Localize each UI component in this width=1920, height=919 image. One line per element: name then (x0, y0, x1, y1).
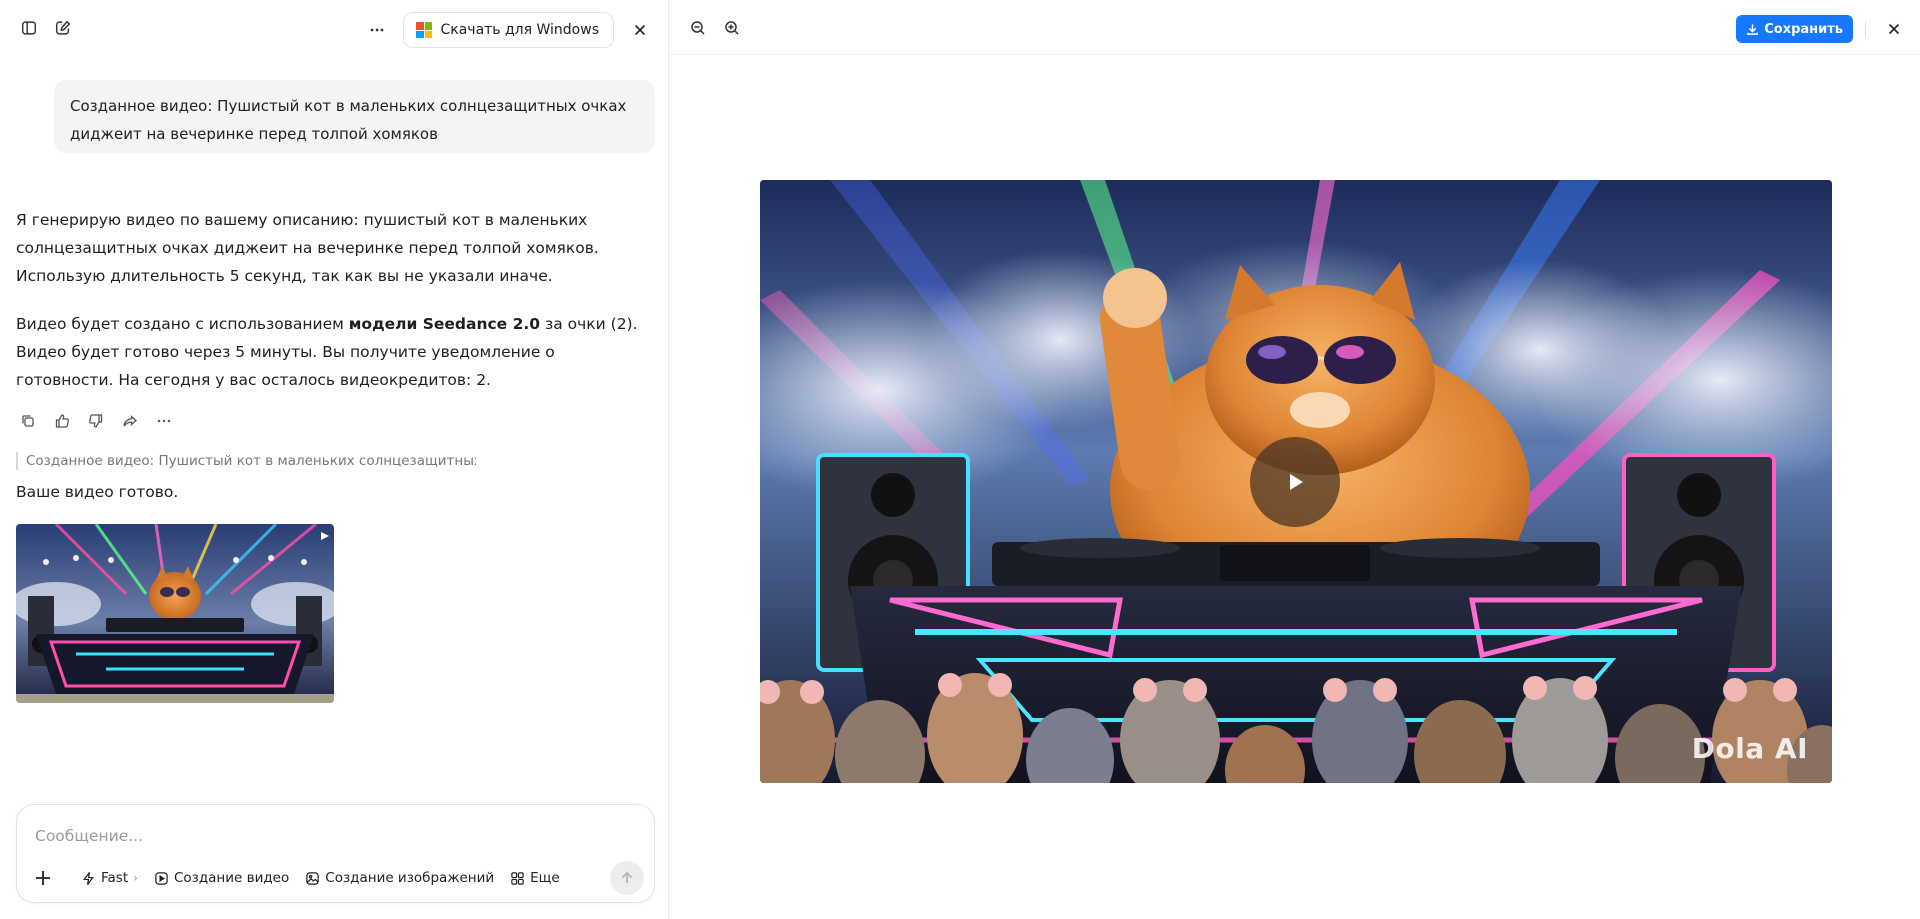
app: Скачать для Windows Созданное видео: Пуш… (0, 0, 1920, 919)
save-button[interactable]: Сохранить (1736, 15, 1853, 43)
assistant-paragraph: Я генерирую видео по вашему описанию: пу… (16, 211, 599, 285)
assistant-paragraph: Видео будет создано с использованием мод… (16, 310, 641, 394)
more-tools-chip[interactable]: Еще (502, 863, 568, 893)
lightning-icon (83, 871, 94, 885)
close-chat-icon[interactable] (624, 14, 656, 46)
image-icon (306, 871, 319, 885)
message-actions (17, 410, 175, 432)
download-windows-button[interactable]: Скачать для Windows (403, 12, 614, 48)
viewer-topbar: Сохранить (669, 0, 1920, 55)
play-icon (1290, 474, 1303, 490)
close-viewer-icon[interactable] (1878, 13, 1910, 45)
send-button[interactable] (610, 861, 644, 895)
assistant-message: Я генерирую видео по вашему описанию: пу… (16, 206, 641, 394)
save-label: Сохранить (1764, 21, 1843, 37)
add-attachment-button[interactable] (27, 862, 59, 894)
assistant-text: Видео будет создано с использованием (16, 315, 349, 333)
create-image-chip[interactable]: Создание изображений (297, 863, 502, 893)
fast-mode-label: Fast (101, 870, 129, 886)
play-button[interactable] (1250, 437, 1340, 527)
message-input[interactable] (35, 821, 595, 851)
divider (1865, 21, 1866, 37)
video-icon (155, 871, 168, 885)
copy-icon[interactable] (17, 410, 39, 432)
watermark: Dola AI (1691, 732, 1808, 765)
thumbs-up-icon[interactable] (51, 410, 73, 432)
chevron-right-icon: › (133, 871, 138, 885)
video-ready-text: Ваше видео готово. (16, 483, 179, 501)
more-tools-label: Еще (530, 870, 560, 886)
grid-icon (511, 871, 524, 885)
create-video-label: Создание видео (173, 870, 290, 886)
create-image-label: Создание изображений (325, 870, 495, 886)
message-composer: Fast › Создание видео Создание изображен… (16, 804, 655, 903)
create-video-chip[interactable]: Создание видео (146, 863, 297, 893)
windows-logo-icon (416, 22, 433, 38)
share-icon[interactable] (119, 410, 141, 432)
download-icon (1747, 23, 1759, 35)
more-actions-icon[interactable] (153, 410, 175, 432)
new-chat-icon[interactable] (47, 12, 79, 44)
composer-toolbar: Fast › Создание видео Создание изображен… (27, 861, 644, 895)
video-viewer-panel: Сохранить Dola AI (669, 0, 1920, 919)
user-message: Созданное видео: Пушистый кот в маленьки… (54, 80, 655, 153)
fast-mode-chip[interactable]: Fast › (73, 863, 146, 893)
chat-panel: Скачать для Windows Созданное видео: Пуш… (0, 0, 669, 919)
download-windows-label: Скачать для Windows (440, 22, 599, 38)
video-player[interactable]: Dola AI (760, 180, 1832, 783)
more-options-icon[interactable] (361, 14, 393, 46)
video-thumbnail[interactable] (16, 524, 334, 703)
thumbs-down-icon[interactable] (85, 410, 107, 432)
model-name: модели Seedance 2.0 (348, 315, 541, 333)
chat-topbar: Скачать для Windows (0, 0, 668, 55)
reference-quote[interactable]: Созданное видео: Пушистый кот в маленьки… (16, 452, 476, 470)
zoom-out-icon[interactable] (682, 12, 714, 44)
plus-icon (36, 871, 50, 885)
arrow-up-icon (621, 871, 633, 883)
zoom-in-icon[interactable] (716, 12, 748, 44)
sidebar-toggle-icon[interactable] (13, 12, 45, 44)
